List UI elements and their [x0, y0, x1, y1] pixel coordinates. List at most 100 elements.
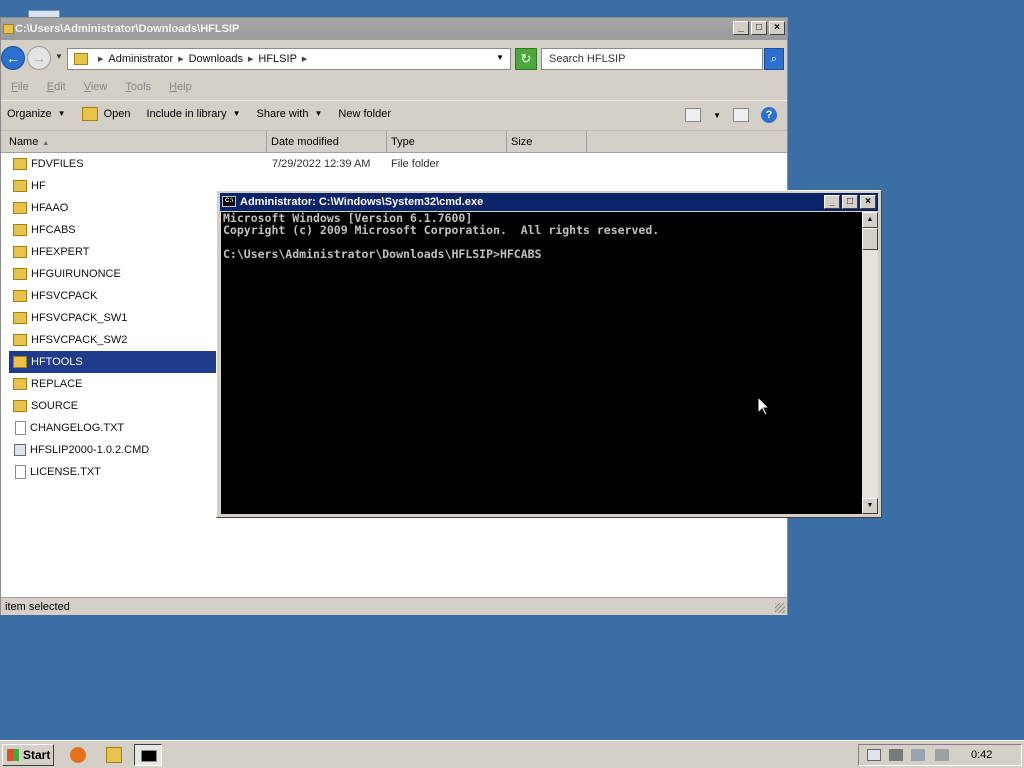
clock[interactable]: 0:42 — [971, 745, 992, 765]
minimize-button[interactable]: _ — [824, 195, 840, 209]
list-item[interactable]: HFTOOLS — [9, 351, 217, 373]
taskbar-cmd-button[interactable] — [134, 744, 162, 766]
forward-button[interactable]: → — [27, 46, 51, 70]
tray-volume-muted-icon[interactable] — [935, 749, 949, 761]
breadcrumb-item[interactable]: Downloads — [189, 53, 243, 65]
firefox-icon[interactable] — [70, 747, 86, 763]
minimize-button[interactable]: _ — [733, 21, 749, 35]
address-row: ← → ▼ ▶ Administrator ▶ Downloads ▶ HFLS… — [1, 40, 787, 76]
text-file-icon — [15, 465, 26, 479]
breadcrumb-item[interactable]: Administrator — [108, 53, 173, 65]
taskbar: Start 0:42 — [0, 740, 1024, 768]
explorer-title-bar[interactable]: C:\Users\Administrator\Downloads\HFLSIP … — [1, 18, 787, 40]
maximize-button[interactable]: □ — [751, 21, 767, 35]
column-header-size[interactable]: Size — [507, 131, 587, 153]
chevron-down-icon: ▼ — [314, 109, 323, 118]
command-bar: Organize ▼ Open Include in library ▼ Sha… — [1, 100, 787, 126]
cmd-title-bar[interactable]: C:\ Administrator: C:\Windows\System32\c… — [220, 193, 878, 211]
tray-network-icon[interactable] — [911, 749, 925, 761]
file-name: FDVFILES — [31, 158, 84, 170]
close-button[interactable]: × — [860, 195, 876, 209]
console-output[interactable]: Microsoft Windows [Version 6.1.7600] Cop… — [221, 212, 862, 514]
file-name: HFEXPERT — [31, 246, 90, 258]
breadcrumb-separator-icon[interactable]: ▶ — [178, 55, 183, 63]
list-item[interactable]: SOURCE — [9, 395, 217, 417]
file-name: SOURCE — [31, 400, 79, 412]
tray-doc-icon[interactable] — [867, 749, 881, 761]
list-item[interactable]: HFCABS — [9, 219, 217, 241]
menu-bar: File Edit View Tools Help — [1, 76, 797, 98]
chevron-down-icon: ▼ — [232, 109, 241, 118]
breadcrumb-item[interactable]: HFLSIP — [258, 53, 297, 65]
preview-pane-icon[interactable] — [733, 108, 749, 122]
breadcrumb[interactable]: ▶ Administrator ▶ Downloads ▶ HFLSIP ▶ — [98, 53, 307, 65]
start-button[interactable]: Start — [2, 744, 54, 766]
list-item[interactable]: HFEXPERT — [9, 241, 217, 263]
breadcrumb-separator-icon[interactable]: ▶ — [248, 55, 253, 63]
folder-icon — [13, 268, 27, 280]
open-label: Open — [103, 107, 131, 120]
refresh-button[interactable]: ↻ — [515, 48, 537, 70]
include-in-library-button[interactable]: Include in library ▼ — [146, 108, 240, 120]
script-file-icon — [14, 444, 26, 456]
column-header-type[interactable]: Type — [387, 131, 507, 153]
list-item[interactable]: REPLACE — [9, 373, 217, 395]
explorer-title: C:\Users\Administrator\Downloads\HFLSIP — [15, 23, 240, 35]
file-name: LICENSE.TXT — [30, 466, 101, 478]
maximize-button[interactable]: □ — [842, 195, 858, 209]
folder-icon — [3, 24, 14, 34]
chevron-down-icon[interactable]: ▼ — [713, 111, 721, 120]
list-item[interactable]: HFAAO — [9, 197, 217, 219]
scroll-up-icon[interactable]: ▲ — [862, 212, 878, 228]
share-with-button[interactable]: Share with ▼ — [257, 108, 323, 120]
scroll-thumb[interactable] — [862, 228, 878, 250]
folder-icon — [13, 202, 27, 214]
console-line: Copyright (c) 2009 Microsoft Corporation… — [223, 223, 660, 237]
console-line: C:\Users\Administrator\Downloads\HFLSIP>… — [223, 247, 542, 261]
breadcrumb-separator-icon[interactable]: ▶ — [98, 55, 103, 63]
tray-security-icon[interactable] — [889, 749, 903, 761]
list-item[interactable]: FDVFILES — [9, 153, 217, 175]
address-bar[interactable]: ▶ Administrator ▶ Downloads ▶ HFLSIP ▶ ▼ — [67, 48, 511, 70]
open-button[interactable]: Open — [81, 106, 131, 121]
file-name: HFTOOLS — [31, 356, 83, 368]
recent-pages-dropdown[interactable]: ▼ — [55, 52, 63, 61]
folder-icon — [74, 53, 88, 65]
menu-help[interactable]: Help — [169, 81, 192, 93]
file-name: CHANGELOG.TXT — [30, 422, 125, 434]
column-header-date[interactable]: Date modified — [267, 131, 387, 153]
view-options-icon[interactable] — [685, 108, 702, 122]
address-dropdown-icon[interactable]: ▼ — [496, 53, 504, 62]
menu-edit[interactable]: Edit — [47, 81, 66, 93]
list-item[interactable]: HFSVCPACK_SW1 — [9, 307, 217, 329]
list-item[interactable]: CHANGELOG.TXT — [9, 417, 217, 439]
folder-icon — [13, 224, 27, 236]
list-item[interactable]: HFSLIP2000-1.0.2.CMD — [9, 439, 217, 461]
close-button[interactable]: × — [769, 21, 785, 35]
console-scrollbar[interactable]: ▲ ▼ — [862, 212, 878, 514]
search-icon[interactable]: ⌕ — [764, 48, 784, 70]
list-item[interactable]: HFSVCPACK_SW2 — [9, 329, 217, 351]
resize-grip-icon[interactable] — [775, 603, 785, 613]
menu-file[interactable]: File — [11, 81, 29, 93]
mouse-cursor-icon — [758, 397, 770, 416]
column-header-name[interactable]: Name ▲ — [1, 131, 267, 153]
explorer-icon[interactable] — [106, 747, 122, 763]
search-input[interactable]: Search HFLSIP — [541, 48, 763, 70]
file-name: HFSLIP2000-1.0.2.CMD — [30, 444, 150, 456]
organize-button[interactable]: Organize ▼ — [7, 108, 66, 120]
menu-view[interactable]: View — [84, 81, 108, 93]
list-item[interactable]: LICENSE.TXT — [9, 461, 217, 483]
list-item[interactable]: HF — [9, 175, 217, 197]
list-item[interactable]: HFSVCPACK — [9, 285, 217, 307]
scroll-down-icon[interactable]: ▼ — [862, 498, 878, 514]
cmd-window: C:\ Administrator: C:\Windows\System32\c… — [216, 190, 882, 518]
folder-icon — [13, 334, 27, 346]
folder-icon — [13, 312, 27, 324]
list-item[interactable]: HFGUIRUNONCE — [9, 263, 217, 285]
breadcrumb-separator-icon[interactable]: ▶ — [302, 55, 307, 63]
menu-tools[interactable]: Tools — [125, 81, 151, 93]
new-folder-button[interactable]: New folder — [338, 108, 391, 120]
back-button[interactable]: ← — [1, 46, 25, 70]
help-icon[interactable]: ? — [761, 107, 777, 123]
